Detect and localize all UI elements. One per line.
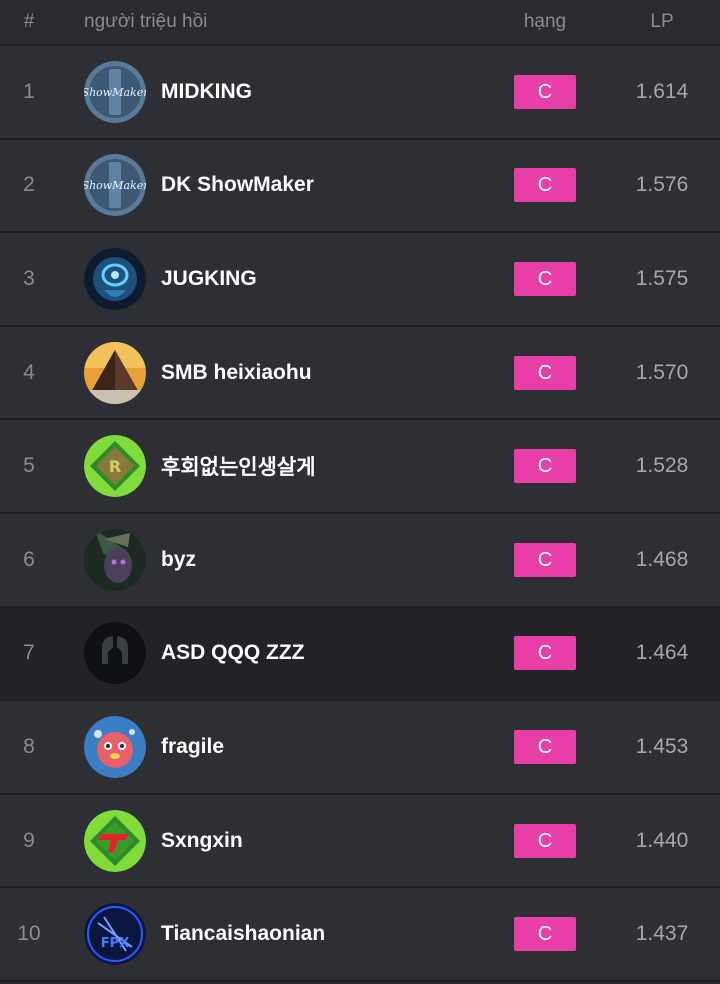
table-row[interactable]: 4 SMB heixiaohu C 1.570 <box>0 326 720 421</box>
tier-cell: C <box>504 636 586 671</box>
player-name[interactable]: Tiancaishaonian <box>161 922 325 946</box>
rank-number: 7 <box>23 641 35 665</box>
lp-value: 1.464 <box>635 641 689 665</box>
tier-badge: C <box>514 823 576 858</box>
player-name[interactable]: ASD QQQ ZZZ <box>161 641 305 665</box>
rank-number: 9 <box>23 828 35 852</box>
lp-value: 1.528 <box>635 454 689 478</box>
player-cell[interactable]: Sxngxin <box>58 809 504 872</box>
table-header: # người triệu hồi hạng LP <box>0 0 720 46</box>
tier-cell: C <box>504 74 586 109</box>
tier-badge: C <box>514 729 576 764</box>
table-row[interactable]: 8 fragile C 1.453 <box>0 701 720 795</box>
pyramid-icon <box>84 341 146 404</box>
player-name[interactable]: SMB heixiaohu <box>161 361 312 385</box>
tier-badge: C <box>514 74 576 109</box>
tier-badge: C <box>514 355 576 390</box>
player-cell[interactable]: ShowMaker MIDKING <box>58 60 504 123</box>
t1-team-logo-icon <box>84 809 146 872</box>
svg-text:ShowMaker: ShowMaker <box>84 179 146 192</box>
player-name[interactable]: JUGKING <box>161 267 257 291</box>
table-row[interactable]: 6 byz C 1.468 <box>0 513 720 608</box>
header-tier: hạng <box>523 11 567 32</box>
rank-number: 8 <box>23 734 35 758</box>
player-name[interactable]: DK ShowMaker <box>161 173 314 197</box>
leaderboard-table: # người triệu hồi hạng LP 1 ShowMaker MI… <box>0 0 720 982</box>
tier-cell: C <box>504 449 586 484</box>
fpx-team-logo-icon: FPX <box>84 903 146 966</box>
header-lp: LP <box>650 11 674 32</box>
rank-number: 6 <box>23 547 35 571</box>
player-cell[interactable]: fragile <box>58 715 504 778</box>
table-row[interactable]: 10 FPX Tiancaishaonian C 1.437 <box>0 888 720 982</box>
svg-text:ShowMaker: ShowMaker <box>84 86 146 99</box>
tier-cell: C <box>504 917 586 952</box>
tier-badge: C <box>514 542 576 577</box>
lp-value: 1.570 <box>635 360 689 384</box>
table-row[interactable]: 1 ShowMaker MIDKING C 1.614 <box>0 46 720 140</box>
tier-cell: C <box>504 729 586 764</box>
rank-number: 5 <box>23 454 35 478</box>
table-row[interactable]: 3 JUGKING C 1.575 <box>0 233 720 327</box>
player-cell[interactable]: FPX Tiancaishaonian <box>58 903 504 966</box>
table-row[interactable]: 2 ShowMaker DK ShowMaker C 1.576 <box>0 139 720 234</box>
helmet-icon <box>84 622 146 685</box>
table-row[interactable]: 9 Sxngxin C 1.440 <box>0 794 720 889</box>
lp-value: 1.437 <box>635 922 689 946</box>
table-row[interactable]: 5 R 후회없는인생살게 C 1.528 <box>0 420 720 514</box>
lp-value: 1.468 <box>635 547 689 571</box>
tier-cell: C <box>504 542 586 577</box>
lp-value: 1.576 <box>635 173 689 197</box>
player-name[interactable]: MIDKING <box>161 80 252 104</box>
lp-value: 1.440 <box>635 828 689 852</box>
player-cell[interactable]: JUGKING <box>58 247 504 310</box>
lp-value: 1.614 <box>635 79 689 103</box>
rank-number: 1 <box>23 79 35 103</box>
player-name[interactable]: byz <box>161 548 196 572</box>
rank-number: 3 <box>23 266 35 290</box>
player-cell[interactable]: byz <box>58 528 504 591</box>
player-name[interactable]: Sxngxin <box>161 829 243 853</box>
tier-badge: C <box>514 636 576 671</box>
showmaker-logo-icon: ShowMaker <box>84 154 146 217</box>
tier-badge: C <box>514 449 576 484</box>
tier-badge: C <box>514 917 576 952</box>
svg-text:FPX: FPX <box>101 936 129 951</box>
header-rank: # <box>23 11 35 32</box>
rng-team-logo-icon: R <box>84 435 146 498</box>
table-row[interactable]: 7 ASD QQQ ZZZ C 1.464 <box>0 607 720 702</box>
header-summoner: người triệu hồi <box>84 11 208 32</box>
dark-champion-icon <box>84 528 146 591</box>
rank-number: 2 <box>23 173 35 197</box>
tier-cell: C <box>504 168 586 203</box>
tier-cell: C <box>504 355 586 390</box>
rank-number: 4 <box>23 360 35 384</box>
showmaker-logo-icon: ShowMaker <box>84 60 146 123</box>
tier-badge: C <box>514 168 576 203</box>
player-name[interactable]: fragile <box>161 735 224 759</box>
svg-text:R: R <box>109 457 121 476</box>
player-cell[interactable]: ShowMaker DK ShowMaker <box>58 154 504 217</box>
blue-champion-icon <box>84 247 146 310</box>
poro-icon <box>84 715 146 778</box>
lp-value: 1.453 <box>635 734 689 758</box>
rank-number: 10 <box>17 922 41 946</box>
player-cell[interactable]: SMB heixiaohu <box>58 341 504 404</box>
tier-cell: C <box>504 823 586 858</box>
player-cell[interactable]: R 후회없는인생살게 <box>58 435 504 498</box>
lp-value: 1.575 <box>635 266 689 290</box>
player-name[interactable]: 후회없는인생살게 <box>161 451 316 481</box>
tier-badge: C <box>514 261 576 296</box>
player-cell[interactable]: ASD QQQ ZZZ <box>58 622 504 685</box>
tier-cell: C <box>504 261 586 296</box>
